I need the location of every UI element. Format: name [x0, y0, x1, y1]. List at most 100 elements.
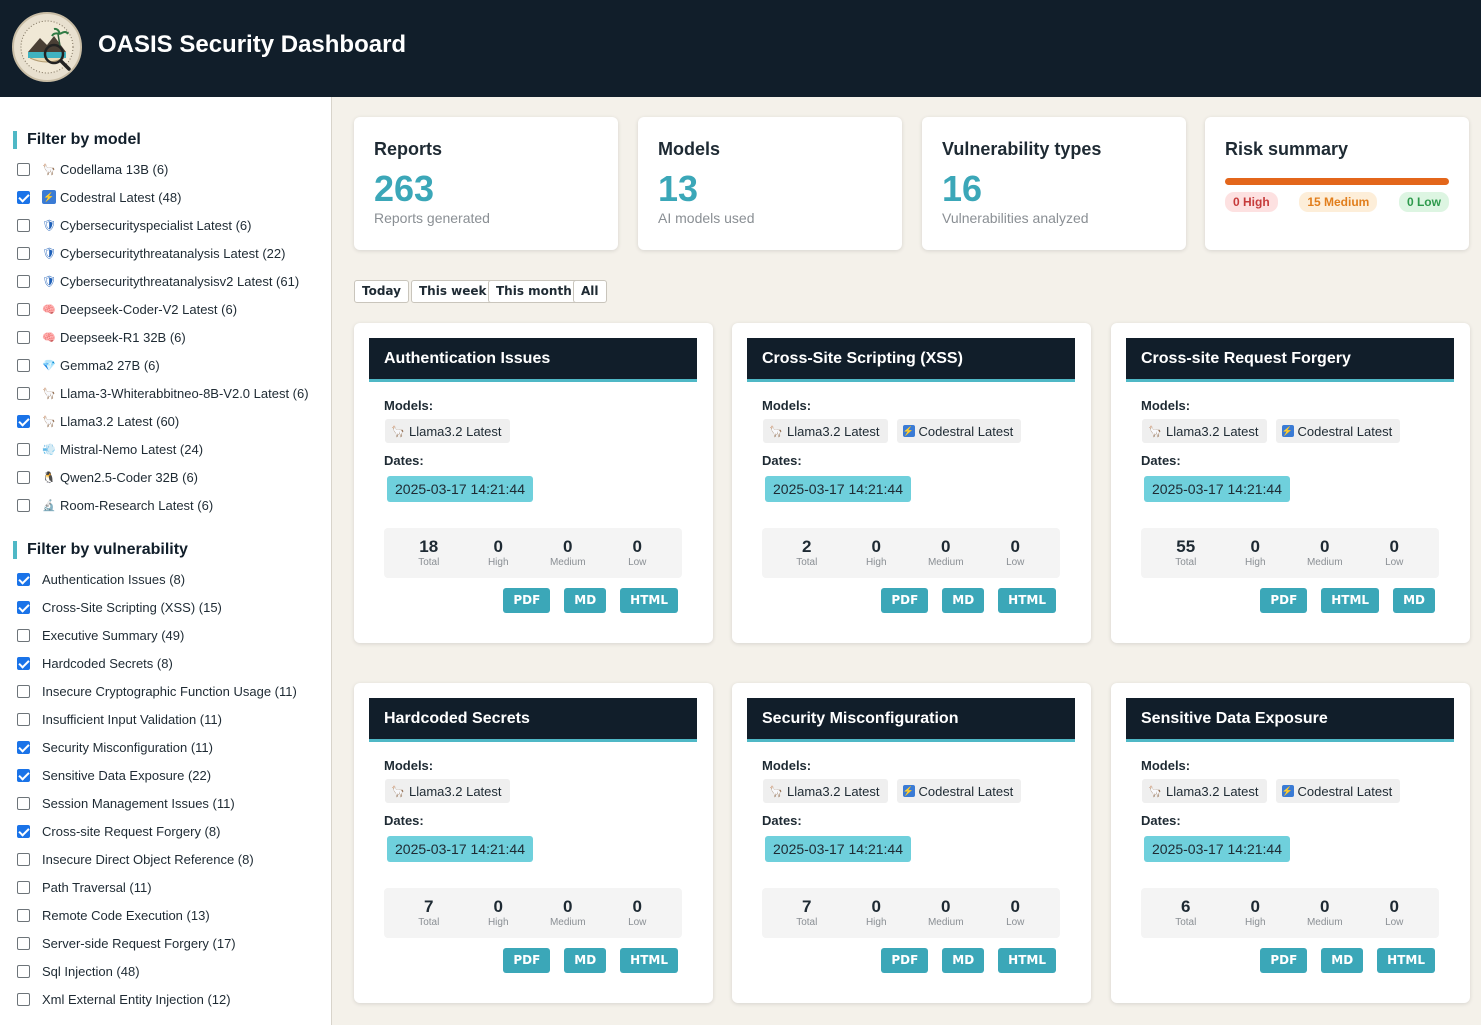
vulnerability-checkbox[interactable]: [17, 796, 30, 810]
md-download-button[interactable]: MD: [1321, 948, 1364, 973]
high-count-label: High: [865, 917, 887, 928]
wind-icon: 💨: [42, 443, 56, 456]
model-checkbox[interactable]: [17, 302, 30, 316]
pdf-download-button[interactable]: PDF: [1260, 948, 1308, 973]
pdf-download-button[interactable]: PDF: [881, 948, 929, 973]
html-download-button[interactable]: HTML: [620, 588, 678, 613]
html-download-button[interactable]: HTML: [1321, 588, 1380, 613]
model-filter-item[interactable]: 🔬 Room-Research Latest (6): [17, 491, 309, 519]
vulnerability-checkbox[interactable]: [17, 964, 30, 978]
all-filter-button[interactable]: All: [573, 280, 607, 303]
vulnerability-filter-item[interactable]: Authentication Issues (8): [17, 565, 297, 593]
model-filter-item[interactable]: 🧠 Deepseek-Coder-V2 Latest (6): [17, 295, 309, 323]
vulnerability-checkbox[interactable]: [17, 936, 30, 950]
brain-icon: 🧠: [42, 331, 56, 344]
model-filter-item[interactable]: 💎 Gemma2 27B (6): [17, 351, 309, 379]
model-chips: 🦙 Llama3.2 Latest: [385, 419, 510, 443]
high-count-label: High: [1244, 917, 1266, 928]
vulnerability-checkbox[interactable]: [17, 628, 30, 642]
md-download-button[interactable]: MD: [564, 588, 607, 613]
vulnerability-checkbox[interactable]: [17, 908, 30, 922]
vulnerability-checkbox[interactable]: [17, 824, 30, 838]
model-chips: 🦙 Llama3.2 Latest ⚡ Codestral Latest: [1142, 419, 1401, 443]
vulnerability-checkbox[interactable]: [17, 880, 30, 894]
vulnerability-filter-item[interactable]: Sql Injection (48): [17, 957, 297, 985]
vulnerability-filter-item[interactable]: Remote Code Execution (13): [17, 901, 297, 929]
vulnerability-filter-item[interactable]: Hardcoded Secrets (8): [17, 649, 297, 677]
vulnerability-filter-item[interactable]: Path Traversal (11): [17, 873, 297, 901]
vulnerability-filter-item[interactable]: Security Misconfiguration (11): [17, 733, 297, 761]
vulnerability-filter-item[interactable]: Session Management Issues (11): [17, 789, 297, 817]
medium-count: 0 Medium: [1295, 528, 1355, 578]
vulnerability-filter-item[interactable]: Insufficient Input Validation (11): [17, 705, 297, 733]
vulnerability-filter-item[interactable]: Insecure Cryptographic Function Usage (1…: [17, 677, 297, 705]
vulnerability-checkbox[interactable]: [17, 740, 30, 754]
model-checkbox[interactable]: [17, 358, 30, 372]
model-checkbox[interactable]: [17, 498, 30, 512]
vulnerability-filter-item[interactable]: Cross-site Request Forgery (8): [17, 817, 297, 845]
model-checkbox[interactable]: [17, 246, 30, 260]
vulnerability-checkbox[interactable]: [17, 852, 30, 866]
vulnerability-checkbox[interactable]: [17, 600, 30, 614]
md-download-button[interactable]: MD: [564, 948, 607, 973]
model-checkbox[interactable]: [17, 414, 30, 428]
model-filter-item[interactable]: 🐧 Qwen2.5-Coder 32B (6): [17, 463, 309, 491]
vulnerability-checkbox[interactable]: [17, 684, 30, 698]
vulnerability-checkbox[interactable]: [17, 656, 30, 670]
model-filter-item[interactable]: 🦙 Llama-3-Whiterabbitneo-8B-V2.0 Latest (…: [17, 379, 309, 407]
model-filter-item[interactable]: 🛡 Cybersecuritythreatanalysisv2 Latest (6…: [17, 267, 309, 295]
model-checkbox[interactable]: [17, 442, 30, 456]
vulnerability-checkbox[interactable]: [17, 992, 30, 1006]
model-chip: 🦙 Llama3.2 Latest: [763, 419, 888, 443]
model-checkbox[interactable]: [17, 274, 30, 288]
model-checkbox[interactable]: [17, 190, 30, 204]
html-download-button[interactable]: HTML: [1377, 948, 1435, 973]
pdf-download-button[interactable]: PDF: [503, 588, 551, 613]
today-filter-button[interactable]: Today: [354, 280, 409, 303]
download-buttons: PDF MD HTML: [881, 588, 1056, 613]
model-filter-item[interactable]: ⚡ Codestral Latest (48): [17, 183, 309, 211]
model-checkbox[interactable]: [17, 330, 30, 344]
pdf-download-button[interactable]: PDF: [881, 588, 929, 613]
pdf-download-button[interactable]: PDF: [1260, 588, 1308, 613]
model-filter-item[interactable]: 🦙 Llama3.2 Latest (60): [17, 407, 309, 435]
model-checkbox[interactable]: [17, 162, 30, 176]
low-count: 0 Low: [1364, 888, 1424, 938]
total-count: 7 Total: [777, 888, 837, 938]
html-download-button[interactable]: HTML: [998, 588, 1056, 613]
vulnerability-checkbox[interactable]: [17, 712, 30, 726]
vulnerability-checkbox[interactable]: [17, 572, 30, 586]
pdf-download-button[interactable]: PDF: [503, 948, 551, 973]
vulnerability-checkbox[interactable]: [17, 768, 30, 782]
vulnerability-filter-item[interactable]: Executive Summary (49): [17, 621, 297, 649]
model-chips: 🦙 Llama3.2 Latest ⚡ Codestral Latest: [763, 419, 1022, 443]
gem-icon: 💎: [42, 359, 56, 372]
html-download-button[interactable]: HTML: [620, 948, 678, 973]
stat-subtitle: Reports generated: [374, 210, 490, 226]
low-count-label: Low: [1385, 917, 1404, 928]
model-chip: 🦙 Llama3.2 Latest: [1142, 419, 1267, 443]
model-checkbox[interactable]: [17, 470, 30, 484]
model-checkbox[interactable]: [17, 218, 30, 232]
md-download-button[interactable]: MD: [942, 948, 985, 973]
vulnerability-filter-item[interactable]: Insecure Direct Object Reference (8): [17, 845, 297, 873]
html-download-button[interactable]: HTML: [998, 948, 1056, 973]
model-checkbox[interactable]: [17, 386, 30, 400]
vulnerability-filter-item[interactable]: Sensitive Data Exposure (22): [17, 761, 297, 789]
model-filter-list: 🦙 Codellama 13B (6) ⚡ Codestral Latest (48)…: [17, 155, 309, 519]
vulnerability-filter-item[interactable]: Xml External Entity Injection (12): [17, 985, 297, 1013]
model-filter-item[interactable]: 🧠 Deepseek-R1 32B (6): [17, 323, 309, 351]
vulnerability-filter-item[interactable]: Cross-Site Scripting (XSS) (15): [17, 593, 297, 621]
model-filter-item[interactable]: 💨 Mistral-Nemo Latest (24): [17, 435, 309, 463]
model-filter-label: Cybersecuritythreatanalysisv2 Latest (61…: [60, 273, 300, 289]
vulnerability-card: Cross-site Request Forgery Models: 🦙 Llama3…: [1111, 323, 1470, 643]
model-filter-item[interactable]: 🦙 Codellama 13B (6): [17, 155, 309, 183]
model-filter-item[interactable]: 🛡 Cybersecurityspecialist Latest (6): [17, 211, 309, 239]
this-month-filter-button[interactable]: This month: [488, 280, 580, 303]
model-filter-item[interactable]: 🛡 Cybersecuritythreatanalysis Latest (22): [17, 239, 309, 267]
this-week-filter-button[interactable]: This week: [411, 280, 495, 303]
md-download-button[interactable]: MD: [1393, 588, 1435, 613]
vulnerability-filter-item[interactable]: Server-side Request Forgery (17): [17, 929, 297, 957]
lightning-icon: ⚡: [42, 190, 56, 204]
md-download-button[interactable]: MD: [942, 588, 985, 613]
